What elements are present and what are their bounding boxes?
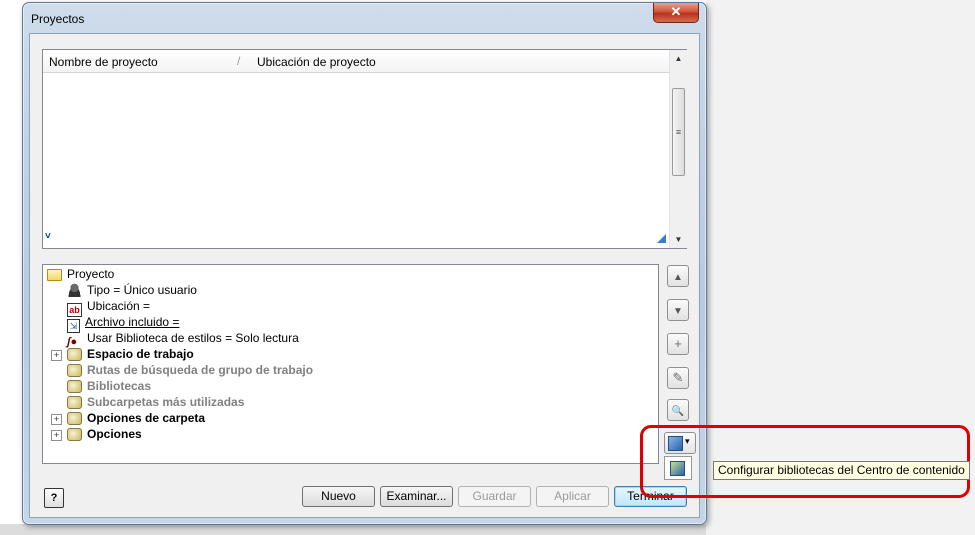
configure-libraries-icon: [668, 436, 683, 451]
column-sort-indicator: /: [237, 54, 241, 68]
edit-button[interactable]: ✎: [667, 367, 689, 389]
content-center-libraries-dropdown-button[interactable]: ▾: [664, 432, 696, 454]
close-button[interactable]: ✕: [653, 3, 699, 23]
dialog-client-area: Nombre de proyecto / Ubicación de proyec…: [29, 33, 700, 518]
tree-node-label: Archivo incluido =: [85, 315, 180, 329]
tree-node-options[interactable]: Opciones: [67, 426, 142, 442]
book-icon: [67, 380, 82, 393]
scroll-thumb[interactable]: ≡: [672, 88, 685, 176]
project-list-header: Nombre de proyecto / Ubicación de proyec…: [43, 50, 669, 73]
magnifier-icon: 🔍: [671, 406, 685, 417]
book-icon: [67, 412, 82, 425]
arrow-down-icon: ▼: [673, 306, 683, 317]
tree-node-type[interactable]: Tipo = Único usuario: [67, 282, 197, 298]
desktop-background: [0, 524, 706, 535]
tree-node-project[interactable]: Proyecto: [47, 266, 114, 282]
tree-node-location[interactable]: ab Ubicación =: [67, 298, 151, 317]
save-button[interactable]: Guardar: [458, 486, 531, 507]
find-button[interactable]: 🔍: [667, 399, 689, 421]
column-header-project-name[interactable]: Nombre de proyecto: [49, 55, 158, 69]
tree-node-workspace[interactable]: Espacio de trabajo: [67, 346, 194, 362]
move-up-button[interactable]: ▲: [667, 265, 689, 287]
expand-icon[interactable]: +: [51, 350, 62, 361]
tree-node-frequent-subfolders[interactable]: Subcarpetas más utilizadas: [67, 394, 244, 410]
expand-icon[interactable]: +: [51, 414, 62, 425]
tree-node-workgroup-paths[interactable]: Rutas de búsqueda de grupo de trabajo: [67, 362, 313, 378]
user-icon: [67, 283, 82, 297]
tree-node-label: Espacio de trabajo: [87, 347, 194, 361]
book-icon: [67, 396, 82, 409]
arrow-up-icon: ▲: [673, 272, 683, 283]
projects-dialog: Proyectos ✕ Nombre de proyecto / Ubicaci…: [22, 2, 707, 525]
resize-grip-icon[interactable]: [657, 234, 666, 243]
tree-node-label: Proyecto: [67, 267, 115, 281]
tree-node-included-file[interactable]: ⇲ Archivo incluido =: [67, 314, 180, 333]
project-list-scrollbar[interactable]: ▲ ≡ ▼: [669, 50, 687, 248]
expand-icon[interactable]: +: [51, 430, 62, 441]
pencil-icon: ✎: [672, 370, 684, 385]
tooltip: Configurar bibliotecas del Centro de con…: [713, 461, 970, 480]
column-header-project-location[interactable]: Ubicación de proyecto: [257, 55, 376, 69]
dropdown-menu-item-configure-libraries[interactable]: [664, 456, 692, 480]
tree-node-label: Bibliotecas: [87, 379, 152, 393]
browse-button[interactable]: Examinar...: [380, 486, 453, 507]
book-icon: [67, 364, 82, 377]
tree-node-label: Ubicación =: [87, 299, 151, 313]
tree-node-label: Opciones: [87, 427, 142, 441]
project-list[interactable]: Nombre de proyecto / Ubicación de proyec…: [42, 49, 687, 249]
tree-node-folder-options[interactable]: Opciones de carpeta: [67, 410, 205, 426]
desktop-background: [0, 0, 22, 535]
book-icon: [67, 348, 82, 361]
project-settings-tree[interactable]: Proyecto Tipo = Único usuario ab Ubicació…: [42, 264, 659, 464]
add-button[interactable]: +: [667, 333, 689, 355]
plus-icon: +: [674, 336, 682, 351]
apply-button[interactable]: Aplicar: [536, 486, 609, 507]
scroll-up-arrow-icon[interactable]: ▲: [670, 50, 687, 67]
tree-node-label: Rutas de búsqueda de grupo de trabajo: [87, 363, 314, 377]
tree-node-style-library[interactable]: ʃ● Usar Biblioteca de estilos = Solo lect…: [67, 330, 299, 348]
dropdown-arrow-icon: ▾: [685, 436, 690, 446]
dialog-title: Proyectos: [31, 12, 85, 26]
book-icon: [67, 428, 82, 441]
scroll-down-arrow-icon[interactable]: ▼: [670, 231, 687, 248]
tree-node-label: Usar Biblioteca de estilos = Solo lectur…: [87, 331, 299, 345]
tree-node-label: Subcarpetas más utilizadas: [87, 395, 245, 409]
tree-node-libraries[interactable]: Bibliotecas: [67, 378, 151, 394]
move-down-button[interactable]: ▼: [667, 299, 689, 321]
configure-libraries-icon: [670, 461, 685, 476]
new-button[interactable]: Nuevo: [302, 486, 375, 507]
help-button[interactable]: ?: [44, 488, 64, 508]
project-folder-icon: [47, 269, 62, 281]
chevron-down-icon[interactable]: ˅: [45, 231, 51, 242]
tree-node-label: Tipo = Único usuario: [87, 283, 197, 297]
tree-node-label: Opciones de carpeta: [87, 411, 206, 425]
